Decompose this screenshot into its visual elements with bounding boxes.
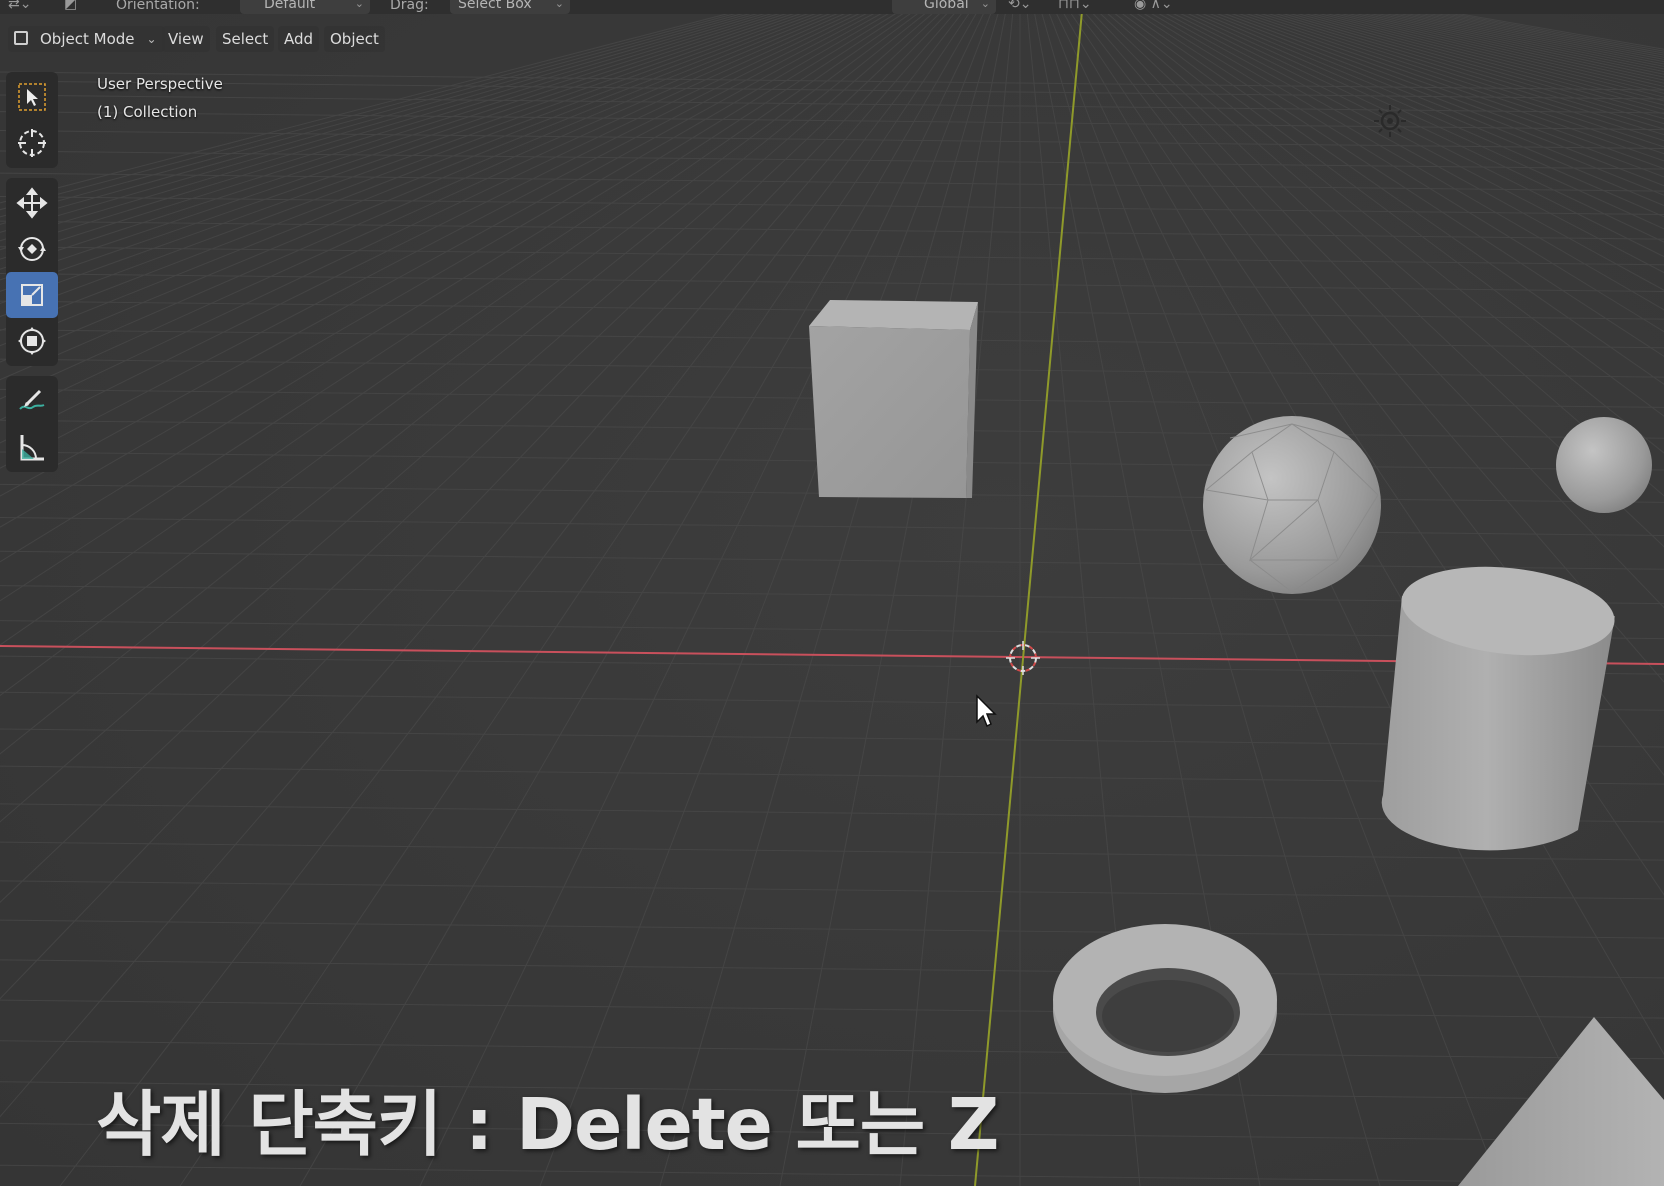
drag-dropdown[interactable]: Select Box ⌄ xyxy=(450,0,570,14)
orientation-label: Orientation: xyxy=(116,0,200,13)
chevron-down-icon: ⌄ xyxy=(354,0,364,10)
object-mode-label: Object Mode xyxy=(40,30,135,48)
chevron-down-icon: ⌄ xyxy=(554,0,564,10)
orientation-dropdown[interactable]: Default ⌄ xyxy=(240,0,370,14)
tool-measure[interactable] xyxy=(6,424,58,470)
left-toolbar xyxy=(6,72,58,482)
tool-rotate[interactable] xyxy=(6,226,58,272)
subtitle-caption: 삭제 단축키 : Delete 또는 Z xyxy=(96,1083,999,1166)
annotate-icon xyxy=(19,389,45,410)
blender-window: ⇄⌄ ◩ Orientation: Default ⌄ Drag: Select… xyxy=(0,0,1664,1186)
drag-label: Drag: xyxy=(390,0,429,13)
cube-object[interactable] xyxy=(809,300,978,498)
menu-select[interactable]: Select xyxy=(216,26,275,52)
chevron-down-icon: ⌄ xyxy=(980,0,990,10)
chevron-down-icon: ⌄ xyxy=(146,32,157,46)
tool-scale[interactable] xyxy=(6,272,58,318)
tool-move[interactable] xyxy=(6,180,58,226)
tool-annotate[interactable] xyxy=(6,378,58,424)
3d-viewport[interactable] xyxy=(0,0,1664,1186)
snap-icon[interactable]: ⊓⊓⌄ xyxy=(1058,0,1092,14)
orientation-value: Default xyxy=(264,0,316,12)
object-mode-icon xyxy=(14,31,28,45)
icosphere-object[interactable] xyxy=(1203,416,1381,594)
transform-icon xyxy=(18,327,46,355)
tool-cursor[interactable] xyxy=(6,120,58,166)
view-name-label: User Perspective xyxy=(97,75,223,93)
transform-affect-icon[interactable]: ◩ xyxy=(64,0,77,14)
menu-add[interactable]: Add xyxy=(278,26,320,52)
collection-label: (1) Collection xyxy=(97,103,198,121)
pivot-point-icon[interactable]: ⟲⌄ xyxy=(1008,0,1031,14)
tool-transform[interactable] xyxy=(6,318,58,364)
uv-sphere-object[interactable] xyxy=(1556,417,1652,513)
drag-value: Select Box xyxy=(458,0,532,12)
transform-pivot-icon[interactable]: ⇄⌄ xyxy=(8,0,31,14)
tool-select-box[interactable] xyxy=(6,74,58,120)
transform-orientation-dropdown[interactable]: Global ⌄ xyxy=(892,0,996,14)
rotate-icon xyxy=(18,237,46,261)
tool-settings-header: ⇄⌄ ◩ Orientation: Default ⌄ Drag: Select… xyxy=(0,0,1664,14)
scale-icon xyxy=(21,284,43,306)
viewport-info-overlay: User Perspective (1) Collection xyxy=(97,70,223,126)
proportional-editing-icon[interactable]: ◉ ∧⌄ xyxy=(1134,0,1173,14)
torus-object[interactable] xyxy=(1053,924,1277,1093)
object-mode-dropdown[interactable]: Object Mode ⌄ xyxy=(8,26,165,52)
menu-view[interactable]: View xyxy=(162,26,210,52)
select-box-icon xyxy=(18,83,46,111)
menu-object[interactable]: Object xyxy=(324,26,385,52)
cursor-icon xyxy=(18,129,46,157)
measure-icon xyxy=(20,435,44,461)
move-icon xyxy=(16,187,48,219)
transform-orientation-value: Global xyxy=(924,0,969,12)
